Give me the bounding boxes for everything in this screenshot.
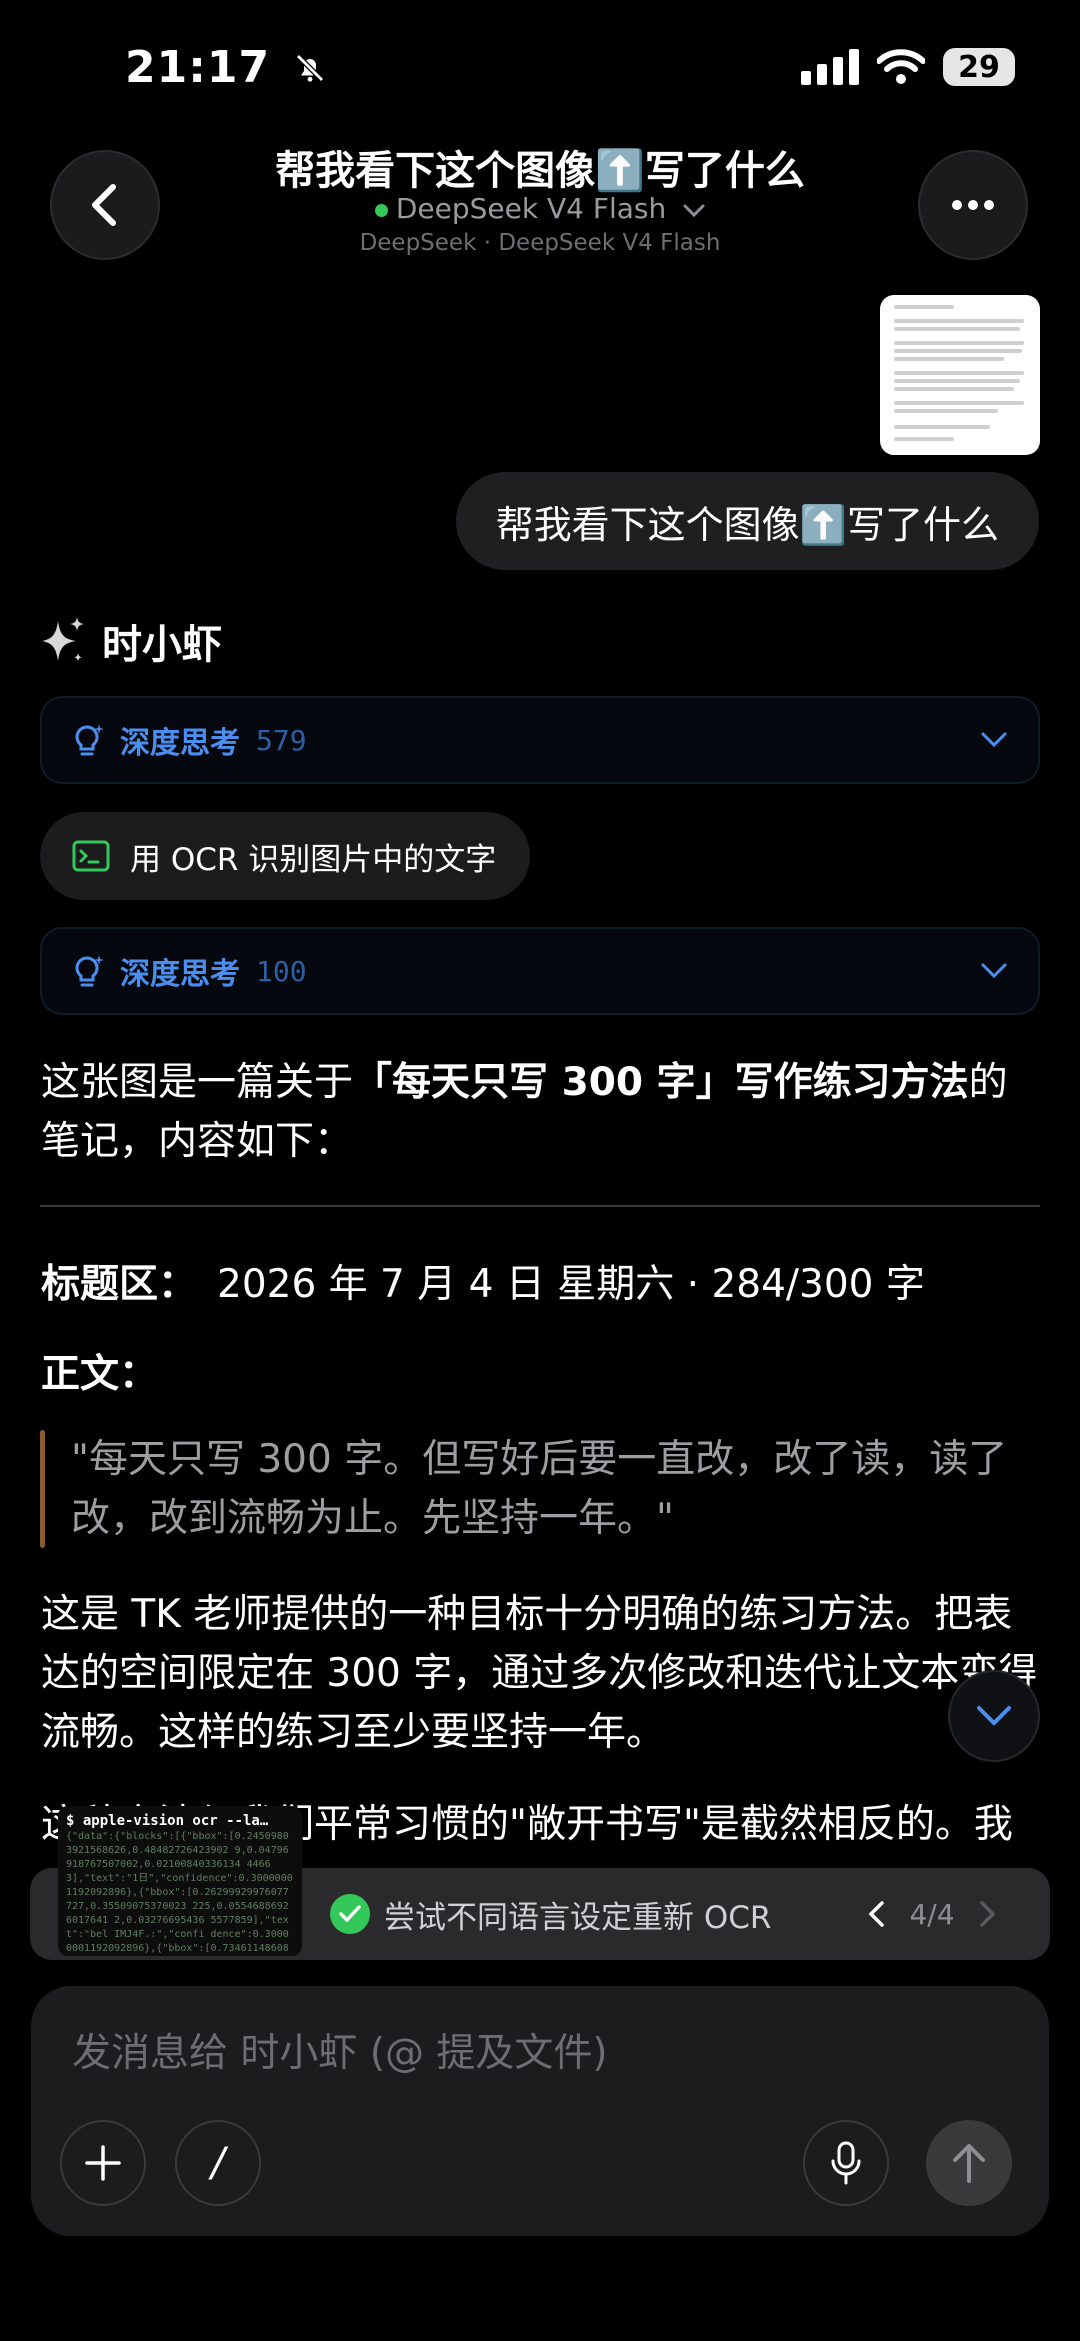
thinking-token-count: 579 <box>256 723 307 757</box>
online-status-dot <box>374 203 388 217</box>
cellular-signal-icon <box>801 49 859 85</box>
voice-input-button[interactable] <box>803 2120 889 2206</box>
attached-image-thumbnail[interactable] <box>880 295 1040 455</box>
chat-title: 帮我看下这个图像⬆️写了什么 <box>275 148 805 194</box>
slash-label: / <box>211 2140 225 2186</box>
deep-thinking-card[interactable]: 深度思考 100 <box>40 927 1040 1015</box>
thinking-label: 深度思考 <box>120 957 240 992</box>
thinking-label: 深度思考 <box>120 726 240 761</box>
chevron-right-icon[interactable] <box>977 1900 997 1928</box>
sparkle-icon <box>42 617 84 662</box>
ocr-terminal-preview[interactable]: $ apple-vision ocr --la… {"data":{"block… <box>58 1806 302 1956</box>
arrow-up-icon <box>953 2144 985 2183</box>
blockquote: "每天只写 300 字。但写好后要一直改，改了读，读了改，改到流畅为止。先坚持一… <box>40 1430 1040 1548</box>
status-time: 21:17 <box>125 42 328 93</box>
checkmark-icon <box>330 1894 370 1934</box>
lightbulb-icon <box>75 955 104 987</box>
add-attachment-button[interactable] <box>60 2120 146 2206</box>
wifi-icon <box>877 49 925 84</box>
battery-indicator: 29 <box>943 48 1015 86</box>
chevron-down-icon <box>683 204 705 218</box>
blockquote-text: "每天只写 300 字。但写好后要一直改，改了读，读了改，改到流畅为止。先坚持一… <box>71 1437 1008 1541</box>
scroll-to-bottom-button[interactable] <box>948 1670 1040 1762</box>
chevron-down-icon <box>981 732 1007 748</box>
ocr-pager: 4/4 <box>909 1897 955 1931</box>
assistant-header: 时小虾 <box>40 612 222 670</box>
mute-bell-icon <box>296 54 325 82</box>
deep-thinking-card[interactable]: 深度思考 579 <box>40 696 1040 784</box>
ocr-tool-call-chip[interactable]: 用 OCR 识别图片中的文字 <box>40 812 531 900</box>
slash-command-button[interactable]: / <box>175 2120 261 2206</box>
user-message-text: 帮我看下这个图像⬆️写了什么 <box>495 502 999 547</box>
terminal-command: $ apple-vision ocr --la… <box>66 1813 269 1829</box>
answer-intro: 这张图是一篇关于「每天只写 300 字」写作练习方法的笔记，内容如下： <box>41 1060 1008 1164</box>
chevron-left-icon[interactable] <box>867 1900 887 1928</box>
model-subtitle: DeepSeek · DeepSeek V4 Flash <box>359 230 721 256</box>
title-section-label: 标题区： <box>41 1262 198 1307</box>
model-selector[interactable]: DeepSeek V4 Flash <box>0 192 1080 225</box>
model-name: DeepSeek V4 Flash <box>395 192 667 225</box>
chevron-down-icon <box>981 963 1007 979</box>
body-section-label: 正文： <box>41 1352 159 1397</box>
message-input[interactable]: 发消息给 时小虾 (@ 提及文件) <box>72 2022 608 2078</box>
ocr-status-text: 尝试不同语言设定重新 OCR <box>384 1899 772 1936</box>
thinking-token-count: 100 <box>256 954 307 988</box>
send-button[interactable] <box>926 2120 1012 2206</box>
status-icons: 29 <box>801 48 1015 86</box>
blockquote-bar <box>40 1430 46 1548</box>
assistant-name: 时小虾 <box>102 622 222 668</box>
lightbulb-icon <box>75 724 104 756</box>
user-message-bubble: 帮我看下这个图像⬆️写了什么 <box>455 472 1039 570</box>
plus-icon <box>85 2145 121 2181</box>
title-section: 标题区： 2026 年 7 月 4 日 星期六 · 284/300 字 <box>41 1255 1041 1314</box>
terminal-icon <box>72 840 110 872</box>
answer-paragraph: 这是 TK 老师提供的一种目标十分明确的练习方法。把表达的空间限定在 300 字… <box>41 1592 1038 1755</box>
title-section-value: 2026 年 7 月 4 日 星期六 · 284/300 字 <box>217 1262 925 1307</box>
tool-call-label: 用 OCR 识别图片中的文字 <box>130 841 497 878</box>
terminal-output: {"data":{"blocks":[{"bbox":[0.2450980392… <box>66 1831 293 1954</box>
chevron-down-icon <box>977 1706 1011 1726</box>
microphone-icon <box>831 2141 861 2185</box>
answer-intro-emphasis: 「每天只写 300 字」写作练习方法 <box>353 1060 969 1105</box>
divider <box>40 1205 1040 1207</box>
